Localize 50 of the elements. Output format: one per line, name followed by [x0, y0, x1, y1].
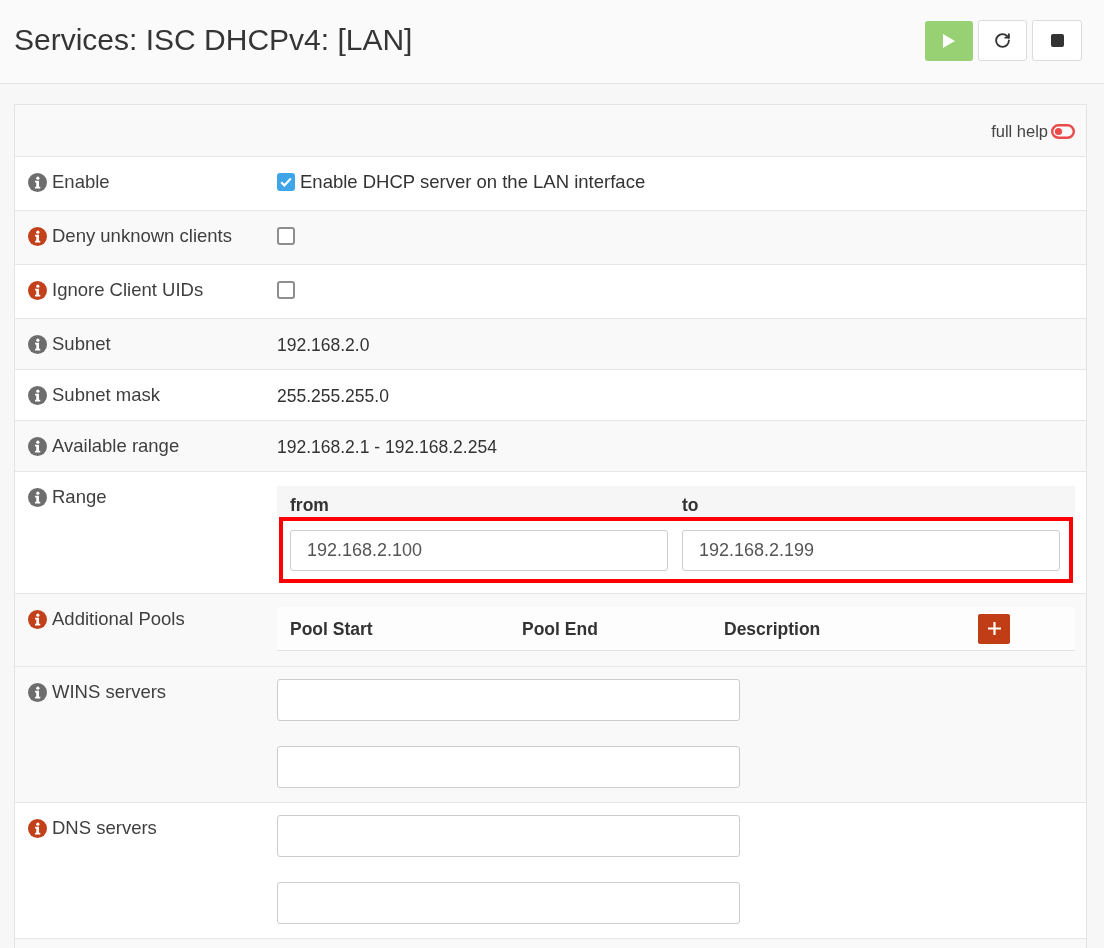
full-help-label: full help	[991, 121, 1048, 143]
field-label: WINS servers	[52, 682, 167, 702]
info-icon[interactable]	[28, 818, 47, 838]
page-title: Services: ISC DHCPv4: [LAN]	[14, 21, 413, 58]
info-icon[interactable]	[28, 609, 47, 629]
column-header: Pool End	[522, 618, 599, 639]
checkbox[interactable]	[277, 173, 295, 191]
field-label: Range	[52, 487, 107, 507]
field-label: Available range	[52, 436, 180, 456]
text-input[interactable]	[277, 679, 740, 721]
info-icon[interactable]	[28, 226, 47, 246]
text-input[interactable]: 192.168.2.199	[682, 530, 1060, 571]
field-label: Ignore Client UIDs	[52, 280, 204, 300]
field-label: Subnet	[52, 334, 111, 354]
text-input[interactable]	[277, 746, 740, 788]
plus-icon	[987, 622, 1001, 635]
reload-icon	[994, 32, 1011, 49]
play-icon	[943, 33, 955, 48]
column-header: Description	[724, 618, 822, 639]
info-icon[interactable]	[28, 487, 47, 507]
field-label: Deny unknown clients	[52, 226, 232, 246]
checkbox[interactable]	[277, 281, 295, 299]
stop-icon	[1050, 34, 1064, 47]
text-input[interactable]: 192.168.2.100	[290, 530, 668, 571]
value-text: 192.168.2.1 - 192.168.2.254	[277, 437, 497, 457]
info-icon[interactable]	[28, 334, 47, 354]
text-input[interactable]	[277, 882, 740, 924]
restart-button[interactable]	[978, 20, 1027, 61]
add-button[interactable]	[978, 613, 1010, 644]
value-text: 255.255.255.0	[277, 386, 389, 406]
field-label: Subnet mask	[52, 385, 160, 405]
stop-button[interactable]	[1032, 20, 1082, 61]
value-text: 192.168.2.0	[277, 335, 370, 355]
info-icon[interactable]	[28, 682, 47, 702]
column-header: Pool Start	[290, 618, 374, 639]
info-icon[interactable]	[28, 385, 47, 405]
field-label: Additional Pools	[52, 609, 185, 629]
column-header: from	[290, 495, 330, 515]
toggle-switch[interactable]	[1051, 124, 1075, 139]
checkbox-label: Enable DHCP server on the LAN interface	[300, 172, 646, 192]
field-label: Enable	[52, 172, 110, 192]
info-icon[interactable]	[28, 280, 47, 300]
info-icon[interactable]	[28, 172, 47, 192]
text-input[interactable]	[277, 815, 740, 857]
column-header: to	[682, 495, 700, 515]
checkbox[interactable]	[277, 227, 295, 245]
check-icon	[280, 177, 292, 187]
field-label: DNS servers	[52, 818, 157, 838]
start-button[interactable]	[925, 20, 973, 61]
info-icon[interactable]	[28, 436, 47, 456]
